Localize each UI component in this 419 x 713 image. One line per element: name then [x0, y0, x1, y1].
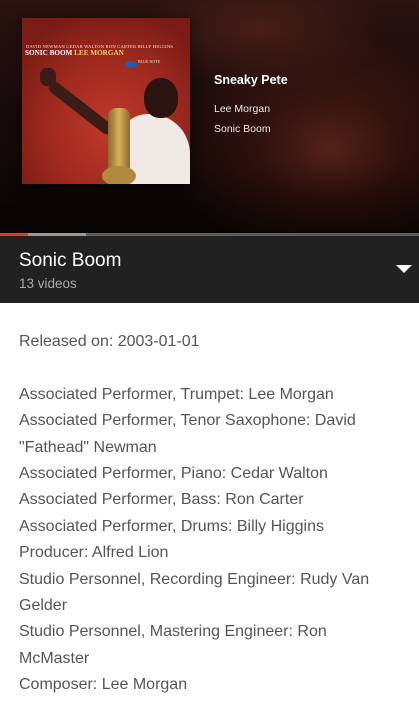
playlist-header[interactable]: Sonic Boom 13 videos	[0, 236, 419, 303]
credit-line: Associated Performer, Bass: Ron Carter	[19, 491, 304, 509]
track-album: Sonic Boom	[214, 123, 271, 135]
album-art-logo: BLUE NOTE	[138, 59, 161, 64]
video-description: Released on: 2003-01-01 Associated Perfo…	[19, 329, 399, 699]
credit-line: Associated Performer, Trumpet: Lee Morga…	[19, 385, 334, 403]
now-playing-info: Sneaky Pete Lee Morgan Sonic Boom	[214, 72, 409, 136]
playlist-video-count: 13 videos	[19, 276, 77, 291]
credit-line: Composer: Lee Morgan	[19, 676, 188, 694]
credit-line: Studio Personnel, Mastering Engineer: Ro…	[19, 623, 327, 667]
album-art-title-part1: SONIC BOOM	[25, 49, 73, 57]
playlist-title: Sonic Boom	[19, 250, 122, 271]
credit-line: Producer: Alfred Lion	[19, 544, 169, 562]
credit-line: Associated Performer, Piano: Cedar Walto…	[19, 465, 328, 483]
credit-line: Associated Performer, Drums: Billy Higgi…	[19, 517, 324, 535]
chevron-down-icon[interactable]	[390, 260, 418, 280]
credit-line: Associated Performer, Tenor Saxophone: D…	[19, 412, 356, 456]
musician-arm	[46, 79, 116, 137]
credits-list: Associated Performer, Trumpet: Lee Morga…	[19, 382, 399, 699]
musician-head	[144, 78, 178, 118]
album-art-title: SONIC BOOM LEE MORGAN	[25, 49, 190, 57]
trumpet-icon	[108, 108, 130, 174]
blue-note-badge-icon	[125, 61, 137, 68]
trumpet-bell	[102, 166, 136, 184]
musician-hand	[40, 68, 56, 86]
credit-line: Studio Personnel, Recording Engineer: Ru…	[19, 570, 370, 615]
track-title: Sneaky Pete	[214, 73, 288, 87]
release-date: Released on: 2003-01-01	[19, 333, 200, 350]
album-art: DAVID NEWMAN CEDAR WALTON RON CARTER BIL…	[22, 18, 190, 184]
track-artist: Lee Morgan	[214, 103, 271, 115]
album-art-title-part2: LEE MORGAN	[74, 49, 124, 57]
video-player[interactable]: DAVID NEWMAN CEDAR WALTON RON CARTER BIL…	[0, 0, 419, 236]
